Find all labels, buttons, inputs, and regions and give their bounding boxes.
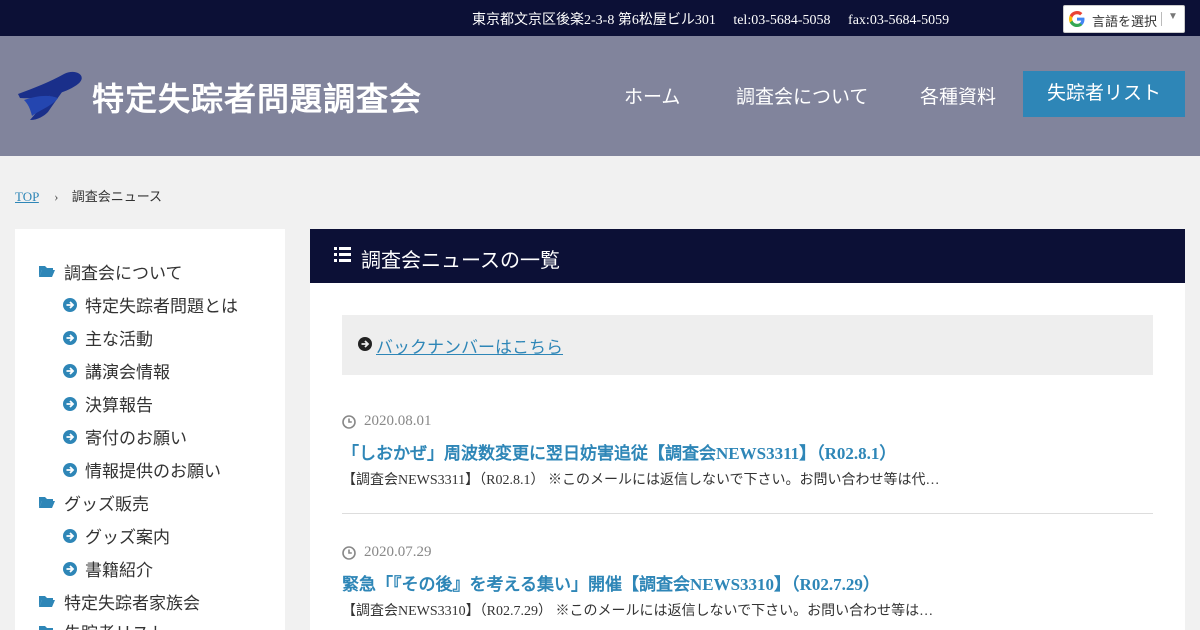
sidebar-item-label: グッズ案内 xyxy=(85,528,170,547)
select-divider xyxy=(1161,12,1162,26)
arrow-circle-right-icon xyxy=(63,330,77,345)
sidebar-item-lectures[interactable]: 講演会情報 xyxy=(63,358,170,383)
blue-ribbon-logo-icon[interactable] xyxy=(14,70,86,122)
language-select[interactable]: 言語を選択 ▼ xyxy=(1063,5,1185,33)
arrow-circle-right-icon xyxy=(63,396,77,411)
sidebar-item-financial-report[interactable]: 決算報告 xyxy=(63,391,153,416)
arrow-circle-right-icon xyxy=(63,297,77,312)
folder-open-icon xyxy=(39,596,55,607)
sidebar-item-about[interactable]: 調査会について xyxy=(39,259,183,284)
sidebar-item-label: 決算報告 xyxy=(85,396,153,415)
sidebar-item-info-request[interactable]: 情報提供のお願い xyxy=(63,457,221,482)
backnumber-link[interactable]: バックナンバーはこちら xyxy=(376,333,563,358)
arrow-circle-right-icon xyxy=(63,528,77,543)
sidebar-item-label: 主な活動 xyxy=(85,330,153,349)
post-date-text: 2020.07.29 xyxy=(364,544,432,560)
top-bar: 東京都文京区後楽2-3-8 第6松屋ビル301 tel:03-5684-5058… xyxy=(0,0,1200,36)
sidebar-item-label: 講演会情報 xyxy=(85,363,170,382)
sidebar-item-missing-list[interactable]: 失踪者リスト xyxy=(39,619,166,630)
nav-home[interactable]: ホーム xyxy=(624,82,680,109)
sidebar-item-donation[interactable]: 寄付のお願い xyxy=(63,424,187,449)
sidebar-item-goods[interactable]: グッズ販売 xyxy=(39,490,149,515)
sidebar-menu: 調査会について 特定失踪者問題とは 主な活動 講演会情報 決算報告 寄付のお願い… xyxy=(15,229,285,630)
main-content: 調査会ニュースの一覧 バックナンバーはこちら 2020.08.01 「しおかぜ」… xyxy=(310,229,1185,630)
sidebar-item-label: 特定失踪者問題とは xyxy=(85,297,238,316)
breadcrumb-current: 調査会ニュース xyxy=(71,189,163,204)
sidebar-item-label: 書籍紹介 xyxy=(85,561,153,580)
post-excerpt: 【調査会NEWS3310】（R02.7.29） ※このメールには返信しないで下さ… xyxy=(342,604,934,619)
clock-icon xyxy=(342,414,356,429)
google-icon xyxy=(1069,11,1085,27)
post-date-text: 2020.08.01 xyxy=(364,413,432,429)
sidebar-item-label: グッズ販売 xyxy=(64,495,149,514)
sidebar-item-what-is[interactable]: 特定失踪者問題とは xyxy=(63,292,238,317)
post-title-link[interactable]: 「しおかぜ」周波数変更に翌日妨害追従【調査会NEWS3311】（R02.8.1） xyxy=(342,439,896,464)
sidebar-item-label: 調査会について xyxy=(64,264,183,283)
tel-text: tel:03-5684-5058 xyxy=(733,13,831,28)
arrow-circle-right-icon xyxy=(63,363,77,378)
sidebar-item-family-association[interactable]: 特定失踪者家族会 xyxy=(39,589,200,614)
fax-text: fax:03-5684-5059 xyxy=(848,13,950,28)
page-title: 調査会ニュースの一覧 xyxy=(361,250,560,272)
sidebar-item-label: 寄付のお願い xyxy=(85,429,187,448)
chevron-right-icon: › xyxy=(54,189,59,204)
sidebar-item-goods-guide[interactable]: グッズ案内 xyxy=(63,523,170,548)
nav-documents[interactable]: 各種資料 xyxy=(920,82,996,109)
language-select-label: 言語を選択 xyxy=(1092,14,1158,29)
list-icon xyxy=(334,247,351,262)
breadcrumb: TOP › 調査会ニュース xyxy=(15,186,162,205)
site-header: 特定失踪者問題調査会 ホーム 調査会について 各種資料 失踪者リスト xyxy=(0,36,1200,156)
sidebar-item-activities[interactable]: 主な活動 xyxy=(63,325,153,350)
arrow-circle-right-icon xyxy=(358,337,372,351)
sidebar-item-books[interactable]: 書籍紹介 xyxy=(63,556,153,581)
contact-info: 東京都文京区後楽2-3-8 第6松屋ビル301 tel:03-5684-5058… xyxy=(472,9,963,29)
sidebar-item-label: 情報提供のお願い xyxy=(85,462,221,481)
folder-open-icon xyxy=(39,626,53,630)
clock-icon xyxy=(342,545,356,560)
folder-open-icon xyxy=(39,497,55,508)
sidebar-item-label: 特定失踪者家族会 xyxy=(64,594,200,613)
site-title[interactable]: 特定失踪者問題調査会 xyxy=(92,74,422,120)
post-excerpt: 【調査会NEWS3311】（R02.8.1） ※このメールには返信しないで下さい… xyxy=(342,473,940,488)
post-date: 2020.08.01 xyxy=(342,413,432,430)
post-title-link[interactable]: 緊急「『その後』を考える集い」開催【調査会NEWS3310】（R02.7.29） xyxy=(342,570,880,595)
address-text: 東京都文京区後楽2-3-8 第6松屋ビル301 xyxy=(472,13,716,28)
arrow-circle-right-icon xyxy=(63,429,77,444)
arrow-circle-right-icon xyxy=(63,462,77,477)
arrow-circle-right-icon xyxy=(63,561,77,576)
backnumber-box: バックナンバーはこちら xyxy=(342,315,1153,375)
post-divider xyxy=(342,513,1153,514)
folder-open-icon xyxy=(39,266,55,277)
sidebar-item-label: 失踪者リスト xyxy=(64,619,166,630)
section-heading-bar: 調査会ニュースの一覧 xyxy=(310,229,1185,283)
nav-missing-list-button[interactable]: 失踪者リスト xyxy=(1023,71,1185,117)
caret-down-icon: ▼ xyxy=(1168,11,1178,22)
nav-about[interactable]: 調査会について xyxy=(736,82,868,109)
breadcrumb-top-link[interactable]: TOP xyxy=(15,189,39,204)
post-date: 2020.07.29 xyxy=(342,544,432,561)
